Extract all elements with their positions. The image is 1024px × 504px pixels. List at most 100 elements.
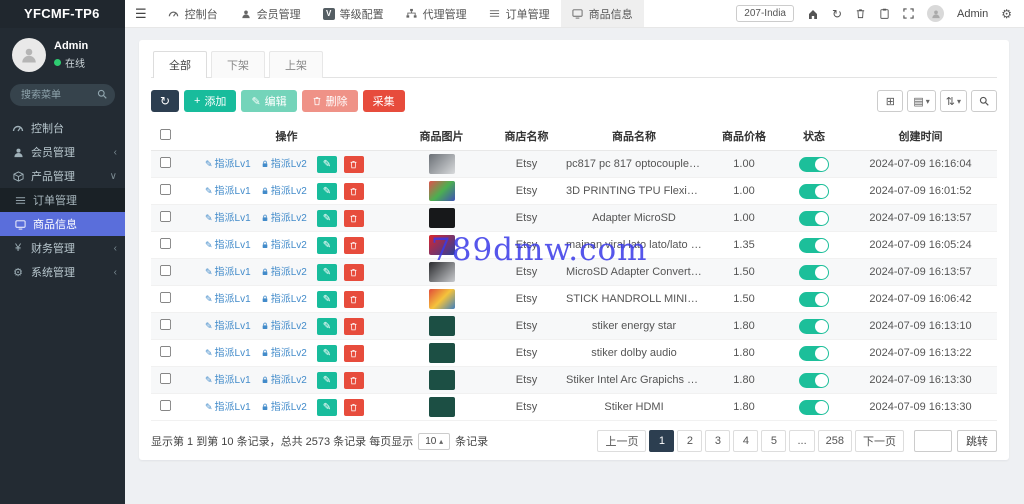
edit-button[interactable]: ✎ 编辑 <box>241 90 297 112</box>
row-edit-button[interactable]: ✎ <box>316 317 337 335</box>
sidebar-item-product-info[interactable]: 商品信息 <box>0 212 125 236</box>
row-delete-button[interactable] <box>343 182 364 200</box>
row-delete-button[interactable] <box>343 155 364 173</box>
row-checkbox[interactable] <box>159 264 171 277</box>
status-toggle[interactable] <box>799 318 829 334</box>
page-button[interactable]: 4 <box>733 430 759 452</box>
assign-lv2-link[interactable]: 指派Lv2 <box>261 213 307 224</box>
row-edit-button[interactable]: ✎ <box>316 236 337 254</box>
assign-lv1-link[interactable]: ✎ 指派Lv1 <box>205 267 251 278</box>
row-edit-button[interactable]: ✎ <box>316 263 337 281</box>
page-button[interactable]: 上一页 <box>597 430 647 452</box>
assign-lv2-link[interactable]: 指派Lv2 <box>261 186 307 197</box>
assign-lv1-link[interactable]: ✎ 指派Lv1 <box>205 321 251 332</box>
row-edit-button[interactable]: ✎ <box>316 155 337 173</box>
row-delete-button[interactable] <box>343 236 364 254</box>
assign-lv2-link[interactable]: 指派Lv2 <box>261 402 307 413</box>
row-delete-button[interactable] <box>343 398 364 416</box>
jump-page-input[interactable] <box>914 430 952 452</box>
assign-lv2-link[interactable]: 指派Lv2 <box>261 159 307 170</box>
tab-off-shelf[interactable]: 下架 <box>211 51 265 78</box>
topnav-members[interactable]: 会员管理 <box>229 0 312 27</box>
row-edit-button[interactable]: ✎ <box>316 182 337 200</box>
sidebar-item-system[interactable]: ⚙ 系统管理 ‹ <box>0 260 125 284</box>
topnav-levels[interactable]: V 等级配置 <box>312 0 395 27</box>
gears-icon[interactable]: ⚙ <box>1001 7 1012 21</box>
product-image[interactable] <box>428 262 455 282</box>
topnav-orders[interactable]: 订单管理 <box>478 0 561 27</box>
home-icon[interactable] <box>807 8 819 20</box>
product-image[interactable] <box>428 208 455 228</box>
row-edit-button[interactable]: ✎ <box>316 398 337 416</box>
per-page-select[interactable]: 10 ▴ <box>418 432 451 450</box>
status-toggle[interactable] <box>799 183 829 199</box>
row-delete-button[interactable] <box>343 290 364 308</box>
assign-lv1-link[interactable]: ✎ 指派Lv1 <box>205 240 251 251</box>
assign-lv2-link[interactable]: 指派Lv2 <box>261 294 307 305</box>
fullscreen-icon[interactable] <box>903 8 914 19</box>
topbar-avatar[interactable] <box>927 5 945 22</box>
table-search-button[interactable] <box>971 90 997 112</box>
row-delete-button[interactable] <box>343 209 364 227</box>
assign-lv1-link[interactable]: ✎ 指派Lv1 <box>205 402 251 413</box>
tab-all[interactable]: 全部 <box>153 51 207 78</box>
page-button[interactable]: 2 <box>677 430 703 452</box>
product-image[interactable] <box>428 181 455 201</box>
sidebar-item-dashboard[interactable]: 控制台 <box>0 116 125 140</box>
status-toggle[interactable] <box>799 291 829 307</box>
select-all-checkbox[interactable] <box>159 128 171 141</box>
page-button[interactable]: 下一页 <box>855 430 904 452</box>
row-edit-button[interactable]: ✎ <box>316 209 337 227</box>
page-button[interactable]: ... <box>789 430 815 452</box>
columns-button[interactable]: ▤ ▾ <box>907 90 936 112</box>
assign-lv1-link[interactable]: ✎ 指派Lv1 <box>205 186 251 197</box>
status-toggle[interactable] <box>799 399 829 415</box>
tab-on-shelf[interactable]: 上架 <box>269 51 323 78</box>
row-delete-button[interactable] <box>343 344 364 362</box>
status-toggle[interactable] <box>799 237 829 253</box>
row-checkbox[interactable] <box>159 156 171 169</box>
topnav-dashboard[interactable]: 控制台 <box>157 0 229 27</box>
assign-lv2-link[interactable]: 指派Lv2 <box>261 267 307 278</box>
assign-lv2-link[interactable]: 指派Lv2 <box>261 375 307 386</box>
refresh-button[interactable]: ↻ <box>151 90 179 112</box>
status-toggle[interactable] <box>799 210 829 226</box>
product-image[interactable] <box>428 316 455 336</box>
toggle-pagination-button[interactable]: ⊞ <box>877 90 904 112</box>
product-image[interactable] <box>428 289 455 309</box>
topnav-agents[interactable]: 代理管理 <box>395 0 478 27</box>
page-button[interactable]: 5 <box>761 430 787 452</box>
row-edit-button[interactable]: ✎ <box>316 290 337 308</box>
status-toggle[interactable] <box>799 156 829 172</box>
assign-lv1-link[interactable]: ✎ 指派Lv1 <box>205 348 251 359</box>
page-button[interactable]: 3 <box>705 430 731 452</box>
status-toggle[interactable] <box>799 372 829 388</box>
hamburger-menu-icon[interactable]: ☰ <box>125 0 157 27</box>
row-delete-button[interactable] <box>343 263 364 281</box>
sidebar-item-members[interactable]: 会员管理 ‹ <box>0 140 125 164</box>
row-checkbox[interactable] <box>159 291 171 304</box>
refresh-icon[interactable]: ↻ <box>832 7 842 21</box>
topnav-product-info[interactable]: 商品信息 <box>560 0 644 27</box>
clear-cache-icon[interactable] <box>879 8 890 19</box>
product-image[interactable] <box>428 235 455 255</box>
topbar-username[interactable]: Admin <box>957 8 988 20</box>
status-toggle[interactable] <box>799 264 829 280</box>
assign-lv2-link[interactable]: 指派Lv2 <box>261 321 307 332</box>
product-image[interactable] <box>428 343 455 363</box>
collect-button[interactable]: 采集 <box>362 90 405 112</box>
row-edit-button[interactable]: ✎ <box>316 344 337 362</box>
sidebar-item-orders[interactable]: 订单管理 <box>0 188 125 212</box>
row-checkbox[interactable] <box>159 399 171 412</box>
assign-lv1-link[interactable]: ✎ 指派Lv1 <box>205 159 251 170</box>
product-image[interactable] <box>428 397 455 417</box>
row-checkbox[interactable] <box>159 237 171 250</box>
delete-button[interactable]: 删除 <box>301 90 358 112</box>
status-toggle[interactable] <box>799 345 829 361</box>
assign-lv1-link[interactable]: ✎ 指派Lv1 <box>205 375 251 386</box>
jump-button[interactable]: 跳转 <box>957 430 997 452</box>
add-button[interactable]: + 添加 <box>184 90 237 112</box>
site-selector[interactable]: 207-India <box>736 5 794 22</box>
assign-lv1-link[interactable]: ✎ 指派Lv1 <box>205 213 251 224</box>
row-delete-button[interactable] <box>343 371 364 389</box>
